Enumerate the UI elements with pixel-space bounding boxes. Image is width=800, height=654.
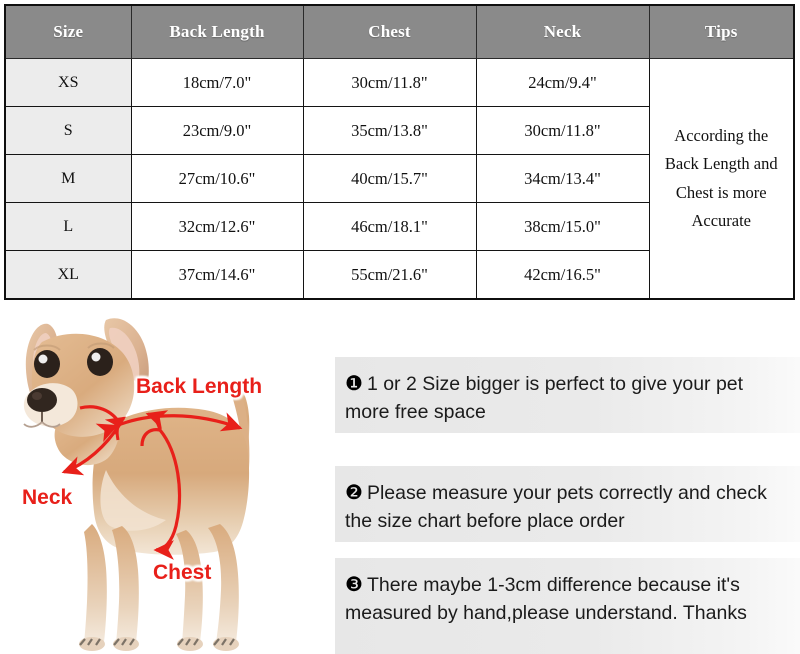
cell-chest: 40cm/15.7" xyxy=(302,154,477,204)
size-chart-container: Size Back Length Chest Neck Tips XS 18cm… xyxy=(4,4,795,300)
cell-chest: 55cm/21.6" xyxy=(302,250,477,300)
column-header-neck: Neck xyxy=(475,4,650,59)
column-header-back-length: Back Length xyxy=(130,4,304,59)
tip-text: There maybe 1-3cm difference because it'… xyxy=(345,574,747,624)
cell-neck: 30cm/11.8" xyxy=(475,106,650,156)
cell-neck: 34cm/13.4" xyxy=(475,154,650,204)
cell-size: XL xyxy=(4,250,132,300)
cell-back-length: 32cm/12.6" xyxy=(130,202,304,252)
cell-size: S xyxy=(4,106,132,156)
tip-text: 1 or 2 Size bigger is perfect to give yo… xyxy=(345,373,744,423)
column-header-size: Size xyxy=(4,4,132,59)
cell-chest: 46cm/18.1" xyxy=(302,202,477,252)
label-back-length: Back Length xyxy=(136,375,263,398)
tip-text: Please measure your pets correctly and c… xyxy=(345,482,767,532)
column-header-chest: Chest xyxy=(302,4,477,59)
tip-number-icon: ❶ xyxy=(345,371,363,395)
cell-size: M xyxy=(4,154,132,204)
cell-neck: 42cm/16.5" xyxy=(475,250,650,300)
cell-size: XS xyxy=(4,57,132,108)
table-header-row: Size Back Length Chest Neck Tips xyxy=(4,4,795,59)
cell-chest: 35cm/13.8" xyxy=(302,106,477,156)
cell-back-length: 37cm/14.6" xyxy=(130,250,304,300)
size-chart-table: Size Back Length Chest Neck Tips XS 18cm… xyxy=(4,4,795,300)
cell-back-length: 27cm/10.6" xyxy=(130,154,304,204)
tip-item-2: ❷ Please measure your pets correctly and … xyxy=(335,466,800,542)
measuring-guide-section: Back Length Neck Chest ❶1 or 2 Size bigg… xyxy=(0,300,800,654)
cell-chest: 30cm/11.8" xyxy=(302,57,477,108)
cell-neck: 38cm/15.0" xyxy=(475,202,650,252)
dog-illustration-graphic xyxy=(23,318,250,651)
table-row: XS 18cm/7.0" 30cm/11.8" 24cm/9.4" Accord… xyxy=(4,57,795,300)
dog-measurement-illustration: Back Length Neck Chest xyxy=(0,300,335,654)
tip-number-icon: ❸ xyxy=(345,572,363,596)
cell-tips-note: According the Back Length and Chest is m… xyxy=(648,58,795,300)
cell-back-length: 18cm/7.0" xyxy=(130,57,304,108)
column-header-tips: Tips xyxy=(648,4,795,59)
cell-neck: 24cm/9.4" xyxy=(475,57,650,108)
tip-item-1: ❶1 or 2 Size bigger is perfect to give y… xyxy=(335,357,800,433)
cell-back-length: 23cm/9.0" xyxy=(130,106,304,156)
tips-list: ❶1 or 2 Size bigger is perfect to give y… xyxy=(335,300,800,654)
tip-number-icon: ❷ xyxy=(345,480,363,504)
label-chest: Chest xyxy=(153,561,212,584)
tip-item-3: ❸ There maybe 1-3cm difference because it… xyxy=(335,558,800,654)
label-neck: Neck xyxy=(22,486,73,509)
cell-size: L xyxy=(4,202,132,252)
